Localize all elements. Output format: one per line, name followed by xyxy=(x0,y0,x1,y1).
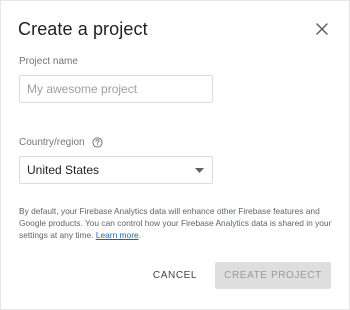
learn-more-link[interactable]: Learn more xyxy=(96,230,139,240)
country-region-label-row: Country/region xyxy=(19,137,103,148)
help-circle-icon[interactable] xyxy=(91,137,103,148)
country-region-label: Country/region xyxy=(19,137,85,148)
project-name-input[interactable] xyxy=(19,75,213,103)
country-region-select[interactable]: United States xyxy=(19,156,213,184)
disclaimer-end: . xyxy=(138,230,141,241)
close-button[interactable] xyxy=(310,17,334,41)
project-name-label: Project name xyxy=(19,56,78,67)
cancel-button[interactable]: CANCEL xyxy=(144,262,206,289)
close-icon xyxy=(316,23,328,35)
caret-down-icon xyxy=(195,167,204,173)
create-project-dialog: Create a project Project name Country/re… xyxy=(0,0,350,310)
create-project-button[interactable]: CREATE PROJECT xyxy=(215,262,331,289)
disclaimer-text: By default, your Firebase Analytics data… xyxy=(19,206,332,241)
analytics-disclaimer: By default, your Firebase Analytics data… xyxy=(19,205,337,242)
country-selected-value: United States xyxy=(27,163,100,177)
dialog-title: Create a project xyxy=(18,19,148,39)
